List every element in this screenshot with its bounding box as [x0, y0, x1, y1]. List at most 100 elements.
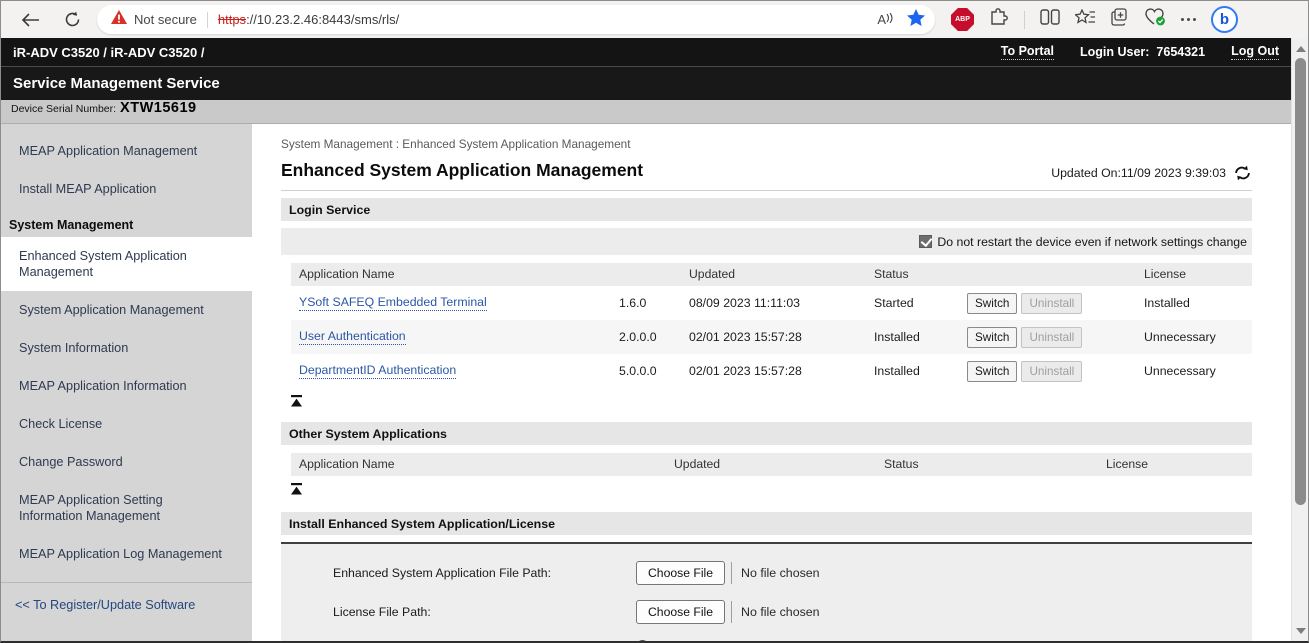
browser-window: Not secure https://10.23.2.46:8443/sms/r… — [0, 0, 1309, 643]
sidebar-item-meap-application-management[interactable]: MEAP Application Management — [1, 132, 252, 170]
switch-button[interactable]: Switch — [967, 293, 1017, 314]
url-text[interactable]: https://10.23.2.46:8443/sms/rls/ — [218, 12, 399, 27]
sidebar-item-enhanced-system-application-management[interactable]: Enhanced System Application Management — [1, 237, 252, 291]
app-version: 5.0.0.0 — [611, 354, 681, 388]
uninstall-button[interactable]: Uninstall — [1021, 361, 1082, 382]
col-license: License — [1098, 453, 1252, 476]
other-apps-table: Application Name Updated Status License — [291, 453, 1252, 476]
back-to-top-icon[interactable] — [290, 483, 303, 495]
app-status: Started — [866, 286, 959, 320]
divider — [731, 562, 732, 584]
uninstall-button[interactable]: Uninstall — [1021, 293, 1082, 314]
sidebar-item-system-application-management[interactable]: System Application Management — [1, 291, 252, 329]
divider — [731, 601, 732, 623]
to-register-update-software-link[interactable]: << To Register/Update Software — [1, 583, 252, 622]
radio-install-and-start[interactable]: Install and Start or Enable — [636, 639, 796, 641]
app-license: Unnecessary — [1136, 320, 1252, 354]
license-file-path-label: License File Path: — [333, 605, 636, 619]
not-secure-warning-icon[interactable] — [111, 10, 127, 29]
uninstall-button[interactable]: Uninstall — [1021, 327, 1082, 348]
browser-essentials-icon[interactable] — [1145, 8, 1166, 31]
app-license: Unnecessary — [1136, 354, 1252, 388]
do-not-restart-checkbox[interactable] — [919, 235, 932, 248]
col-application-name: Application Name — [291, 453, 666, 476]
divider — [1024, 11, 1025, 29]
login-table-header: Application Name Updated Status License — [291, 263, 1252, 286]
adblock-plus-icon[interactable]: ABP — [951, 8, 974, 31]
sidebar-section-system-management: System Management — [1, 208, 252, 237]
serial-value: XTW15619 — [120, 100, 197, 116]
page-refresh-icon[interactable] — [1233, 165, 1252, 181]
app-version: 2.0.0.0 — [611, 320, 681, 354]
vertical-scrollbar[interactable] — [1291, 38, 1308, 641]
install-form-panel: Enhanced System Application File Path: C… — [281, 542, 1252, 641]
address-bar[interactable]: Not secure https://10.23.2.46:8443/sms/r… — [97, 5, 935, 34]
table-row: YSoft SAFEQ Embedded Terminal 1.6.0 08/0… — [291, 286, 1252, 320]
updated-on-text: Updated On:11/09 2023 9:39:03 — [1051, 166, 1226, 180]
section-login-service: Login Service — [281, 198, 1252, 221]
service-title-bar: Service Management Service — [1, 67, 1291, 100]
browser-toolbar: Not secure https://10.23.2.46:8443/sms/r… — [1, 1, 1308, 38]
file-chosen-status: No file chosen — [741, 566, 820, 580]
device-path: iR-ADV C3520 / iR-ADV C3520 / — [13, 45, 204, 60]
table-row: DepartmentID Authentication 5.0.0.0 02/0… — [291, 354, 1252, 388]
page-title: Enhanced System Application Management — [281, 160, 643, 181]
app-license: Installed — [1136, 286, 1252, 320]
sidebar-item-meap-application-setting-information-management[interactable]: MEAP Application Setting Information Man… — [1, 481, 252, 535]
sidebar-item-meap-application-log-management[interactable]: MEAP Application Log Management — [1, 535, 252, 573]
app-link-departmentid-authentication[interactable]: DepartmentID Authentication — [299, 363, 456, 379]
serial-bar: Device Serial Number: XTW15619 — [1, 100, 1291, 124]
section-install-enhanced-system-application: Install Enhanced System Application/Lice… — [281, 512, 1252, 535]
file-chosen-status: No file chosen — [741, 605, 820, 619]
back-to-top-icon[interactable] — [290, 395, 303, 407]
sidebar-item-system-information[interactable]: System Information — [1, 329, 252, 367]
collections-icon[interactable] — [1111, 8, 1130, 31]
radio-button-checked[interactable] — [636, 640, 649, 642]
col-actions — [1048, 453, 1098, 476]
extensions-puzzle-icon[interactable] — [989, 7, 1009, 32]
switch-button[interactable]: Switch — [967, 361, 1017, 382]
scroll-down-arrow[interactable] — [1292, 622, 1309, 639]
app-updated: 02/01 2023 15:57:28 — [681, 354, 866, 388]
choose-file-button-license[interactable]: Choose File — [636, 600, 725, 624]
read-aloud-icon[interactable]: A — [877, 12, 893, 27]
to-portal-link[interactable]: To Portal — [1001, 44, 1054, 60]
app-status: Installed — [866, 354, 959, 388]
sidebar-item-install-meap-application[interactable]: Install MEAP Application — [1, 170, 252, 208]
col-version — [611, 263, 681, 286]
app-file-path-label: Enhanced System Application File Path: — [333, 566, 636, 580]
sidebar: MEAP Application Management Install MEAP… — [1, 124, 252, 641]
table-row: User Authentication 2.0.0.0 02/01 2023 1… — [291, 320, 1252, 354]
app-link-ysoft-safeq[interactable]: YSoft SAFEQ Embedded Terminal — [299, 295, 487, 311]
switch-button[interactable]: Switch — [967, 327, 1017, 348]
app-link-user-authentication[interactable]: User Authentication — [299, 329, 406, 345]
sidebar-item-check-license[interactable]: Check License — [1, 405, 252, 443]
split-screen-icon[interactable] — [1040, 9, 1060, 30]
refresh-icon[interactable] — [57, 5, 87, 35]
security-label[interactable]: Not secure — [134, 12, 197, 27]
main-content: System Management : Enhanced System Appl… — [252, 124, 1291, 641]
sidebar-item-meap-application-information[interactable]: MEAP Application Information — [1, 367, 252, 405]
sidebar-item-change-password[interactable]: Change Password — [1, 443, 252, 481]
settings-more-icon[interactable] — [1181, 18, 1196, 21]
back-icon[interactable] — [15, 5, 45, 35]
choose-file-button-application[interactable]: Choose File — [636, 561, 725, 585]
app-version: 1.6.0 — [611, 286, 681, 320]
bing-chat-icon[interactable]: b — [1211, 6, 1238, 33]
favorites-hub-icon[interactable] — [1075, 9, 1096, 31]
login-service-table: Application Name Updated Status License … — [291, 263, 1252, 388]
operation-to-perform-label: Operation to Perform: — [333, 639, 636, 641]
col-status: Status — [866, 263, 959, 286]
log-out-link[interactable]: Log Out — [1231, 44, 1279, 60]
breadcrumb: System Management : Enhanced System Appl… — [281, 137, 1252, 151]
col-actions — [959, 263, 1136, 286]
app-status: Installed — [866, 320, 959, 354]
scrollbar-thumb[interactable] — [1295, 58, 1306, 505]
divider — [207, 12, 208, 28]
col-updated: Updated — [666, 453, 876, 476]
do-not-restart-label: Do not restart the device even if networ… — [937, 235, 1247, 249]
scroll-up-arrow[interactable] — [1292, 40, 1309, 57]
app-updated: 02/01 2023 15:57:28 — [681, 320, 866, 354]
login-user: Login User: 7654321 — [1080, 45, 1205, 59]
favorite-star-icon[interactable] — [907, 9, 925, 31]
